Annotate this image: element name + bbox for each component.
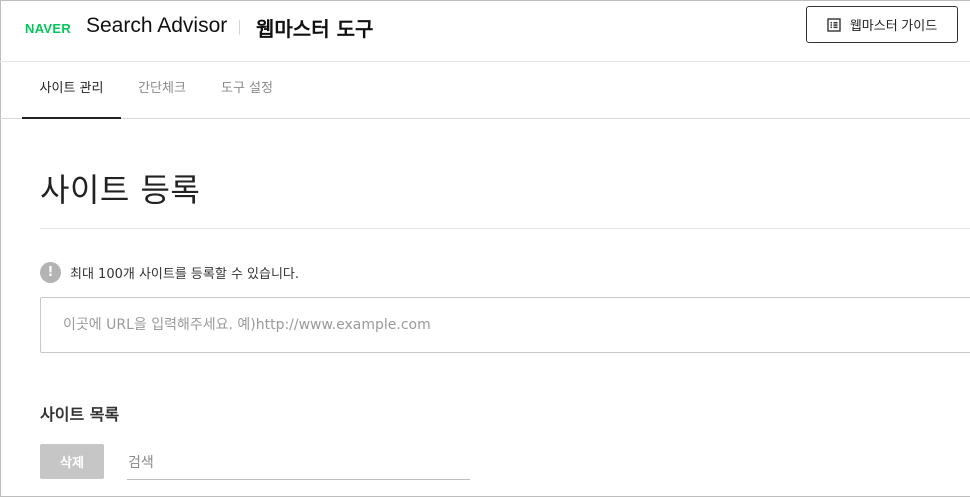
site-search-input[interactable]	[127, 446, 470, 480]
header-divider	[239, 20, 240, 35]
webmaster-guide-label: 웹마스터 가이드	[849, 18, 938, 33]
top-header: NAVER Search Advisor 웹마스터 도구 웹마스터 가이드	[0, 0, 970, 62]
tab-site-management[interactable]: 사이트 관리	[22, 62, 121, 119]
list-document-icon	[827, 17, 841, 32]
site-limit-notice: ! 최대 100개 사이트를 등록할 수 있습니다.	[40, 262, 299, 283]
notice-text: 최대 100개 사이트를 등록할 수 있습니다.	[70, 267, 300, 282]
tab-simple-check[interactable]: 간단체크	[127, 62, 197, 118]
tab-tool-settings[interactable]: 도구 설정	[211, 62, 283, 118]
webmaster-guide-button[interactable]: 웹마스터 가이드	[806, 6, 958, 43]
tab-bar: 사이트 관리 간단체크 도구 설정	[0, 62, 970, 119]
tool-title: 웹마스터 도구	[256, 17, 374, 41]
product-name[interactable]: Search Advisor	[86, 14, 227, 38]
info-icon: !	[40, 262, 61, 283]
delete-button[interactable]: 삭제	[40, 444, 104, 479]
title-divider	[40, 228, 970, 229]
page-title: 사이트 등록	[40, 171, 201, 209]
site-list-title: 사이트 목록	[40, 405, 120, 424]
site-url-input[interactable]	[40, 297, 970, 353]
naver-logo[interactable]: NAVER	[25, 21, 71, 36]
